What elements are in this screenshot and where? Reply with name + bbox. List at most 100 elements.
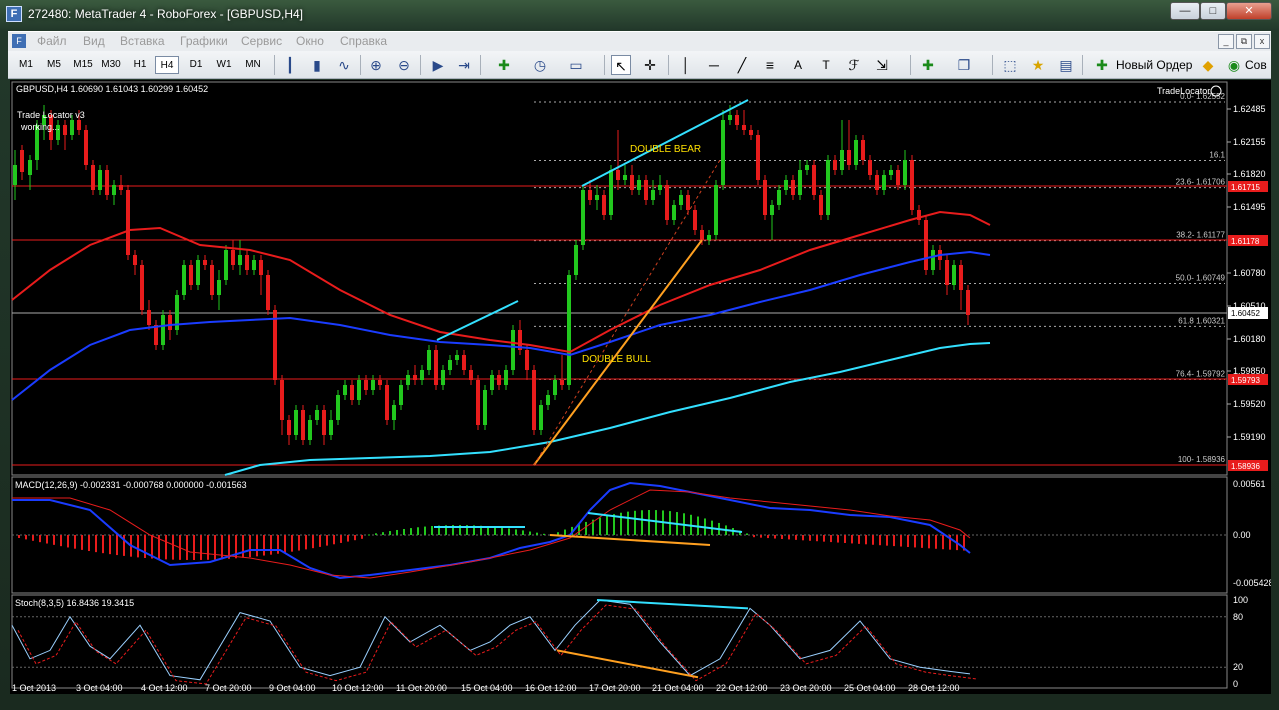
bull-candle [161, 315, 165, 345]
navigator-icon[interactable]: ⬚ [1000, 55, 1020, 75]
chart-area[interactable]: 0.0- 1.62552 16.1 23.6- 1.61706 38.2- 1.611… [10, 80, 1274, 694]
bear-candle [301, 410, 305, 440]
zoom-out-icon[interactable]: ⊖ [394, 55, 414, 75]
bear-candle [189, 265, 193, 285]
bull-candle [903, 160, 907, 185]
bull-resistance-line [436, 300, 519, 341]
window-arrange-icon[interactable]: ❐ [954, 55, 974, 75]
menu-tools[interactable]: Сервис [241, 34, 282, 48]
bear-candle [434, 350, 438, 385]
terminal-icon[interactable]: ▤ [1056, 55, 1076, 75]
menu-insert[interactable]: Вставка [120, 34, 165, 48]
menu-file[interactable]: Файл [37, 34, 67, 48]
channel-icon[interactable]: ≡ [760, 55, 780, 75]
auto-scroll-icon[interactable]: ▶ [428, 55, 448, 75]
bear-candle [833, 160, 837, 170]
minimize-button[interactable]: — [1170, 2, 1200, 20]
bull-candle [553, 380, 557, 395]
macd-label: MACD(12,26,9) -0.002331 -0.000768 0.0000… [15, 480, 247, 490]
macd-histogram-bar [256, 535, 258, 557]
macd-histogram-bar [837, 535, 839, 543]
macd-histogram-bar [109, 535, 111, 555]
bear-candle [756, 135, 760, 180]
macd-histogram-bar [606, 515, 608, 535]
bull-candle [728, 115, 732, 120]
timeframe-m15[interactable]: M15 [70, 56, 96, 74]
bar-chart-icon[interactable]: ┃ [280, 55, 300, 75]
timeframe-h1[interactable]: H1 [128, 56, 152, 74]
toolbar-separator [274, 55, 275, 75]
autotrading-button[interactable]: Сов [1245, 55, 1267, 75]
mdi-close-button[interactable]: x [1254, 34, 1270, 49]
menu-charts[interactable]: Графики [180, 34, 228, 48]
macd-divergence-line [549, 534, 711, 546]
mdi-minimize-button[interactable]: _ [1218, 34, 1234, 49]
timeframe-m30[interactable]: M30 [98, 56, 124, 74]
stoch-main-line [11, 599, 971, 681]
bull-candle [539, 405, 543, 430]
bear-candle [959, 265, 963, 290]
bull-candle [399, 385, 403, 405]
macd-histogram-bar [879, 535, 881, 546]
text-icon[interactable]: A [788, 55, 808, 75]
application-window: F 272480: MetaTrader 4 - RoboForex - [GB… [0, 0, 1279, 710]
price-chart[interactable]: 0.0- 1.6255216.123.6- 1.6170638.2- 1.611… [10, 80, 1274, 694]
fibonacci-icon[interactable]: ℱ [844, 55, 864, 75]
vertical-line-icon[interactable]: │ [676, 55, 696, 75]
timeframe-m5[interactable]: M5 [42, 56, 66, 74]
bull-candle [952, 265, 956, 285]
bear-candle [364, 380, 368, 390]
double-bull-label: DOUBLE BULL [582, 354, 651, 365]
timeframe-w1[interactable]: W1 [212, 56, 236, 74]
stoch-axis-label: 100 [1233, 595, 1248, 605]
warning-icon[interactable]: ◆ [1198, 55, 1218, 75]
bear-candle [847, 150, 851, 165]
line-chart-icon[interactable]: ∿ [334, 55, 354, 75]
bull-candle [196, 260, 200, 285]
periods-icon[interactable]: ◷ [530, 55, 550, 75]
menu-window[interactable]: Окно [296, 34, 324, 48]
bear-candle [77, 120, 81, 130]
arrows-icon[interactable]: ⇲ [872, 55, 892, 75]
timeframe-d1[interactable]: D1 [184, 56, 208, 74]
bear-candle [861, 140, 865, 160]
new-order-button[interactable]: Новый Ордер [1116, 55, 1192, 75]
macd-histogram-bar [375, 533, 377, 535]
crosshair-icon[interactable]: ✛ [640, 55, 660, 75]
mdi-restore-button[interactable]: ⧉ [1236, 34, 1252, 49]
favorites-icon[interactable]: ★ [1028, 55, 1048, 75]
timeframe-m1[interactable]: M1 [14, 56, 38, 74]
bear-candle [231, 250, 235, 265]
templates-icon[interactable]: ▭ [566, 55, 586, 75]
bull-candle [567, 275, 571, 385]
red-moving-average [11, 210, 991, 354]
candlestick-icon[interactable]: ▮ [307, 55, 327, 75]
cursor-icon[interactable]: ↖ [611, 55, 631, 75]
menu-help[interactable]: Справка [340, 34, 387, 48]
zoom-in-icon[interactable]: ⊕ [366, 55, 386, 75]
bear-candle [763, 180, 767, 215]
menu-view[interactable]: Вид [83, 34, 105, 48]
new-order-icon[interactable]: ✚ [1092, 55, 1112, 75]
time-label: 17 Oct 20:00 [589, 683, 641, 693]
close-button[interactable]: ✕ [1226, 2, 1272, 20]
chart-window-icon[interactable]: F [12, 34, 26, 48]
bear-candle [602, 195, 606, 215]
autotrading-icon[interactable]: ◉ [1224, 55, 1244, 75]
text-label-icon[interactable]: T [816, 55, 836, 75]
bull-candle [343, 385, 347, 395]
timeframe-h4[interactable]: H4 [155, 56, 179, 74]
timeframe-mn[interactable]: MN [240, 56, 266, 74]
macd-histogram-bar [501, 527, 503, 535]
toolbar-separator [420, 55, 421, 75]
fib-level-label: 100- 1.58936 [1178, 455, 1226, 464]
horizontal-line-icon[interactable]: ─ [704, 55, 724, 75]
new-chart-icon[interactable]: ✚ [918, 55, 938, 75]
maximize-button[interactable]: □ [1200, 2, 1226, 20]
indicators-icon[interactable]: ✚ [494, 55, 514, 75]
bull-candle [357, 380, 361, 400]
macd-histogram-bar [326, 535, 328, 546]
trendline-icon[interactable]: ╱ [732, 55, 752, 75]
bull-candle [371, 380, 375, 390]
chart-shift-icon[interactable]: ⇥ [454, 55, 474, 75]
